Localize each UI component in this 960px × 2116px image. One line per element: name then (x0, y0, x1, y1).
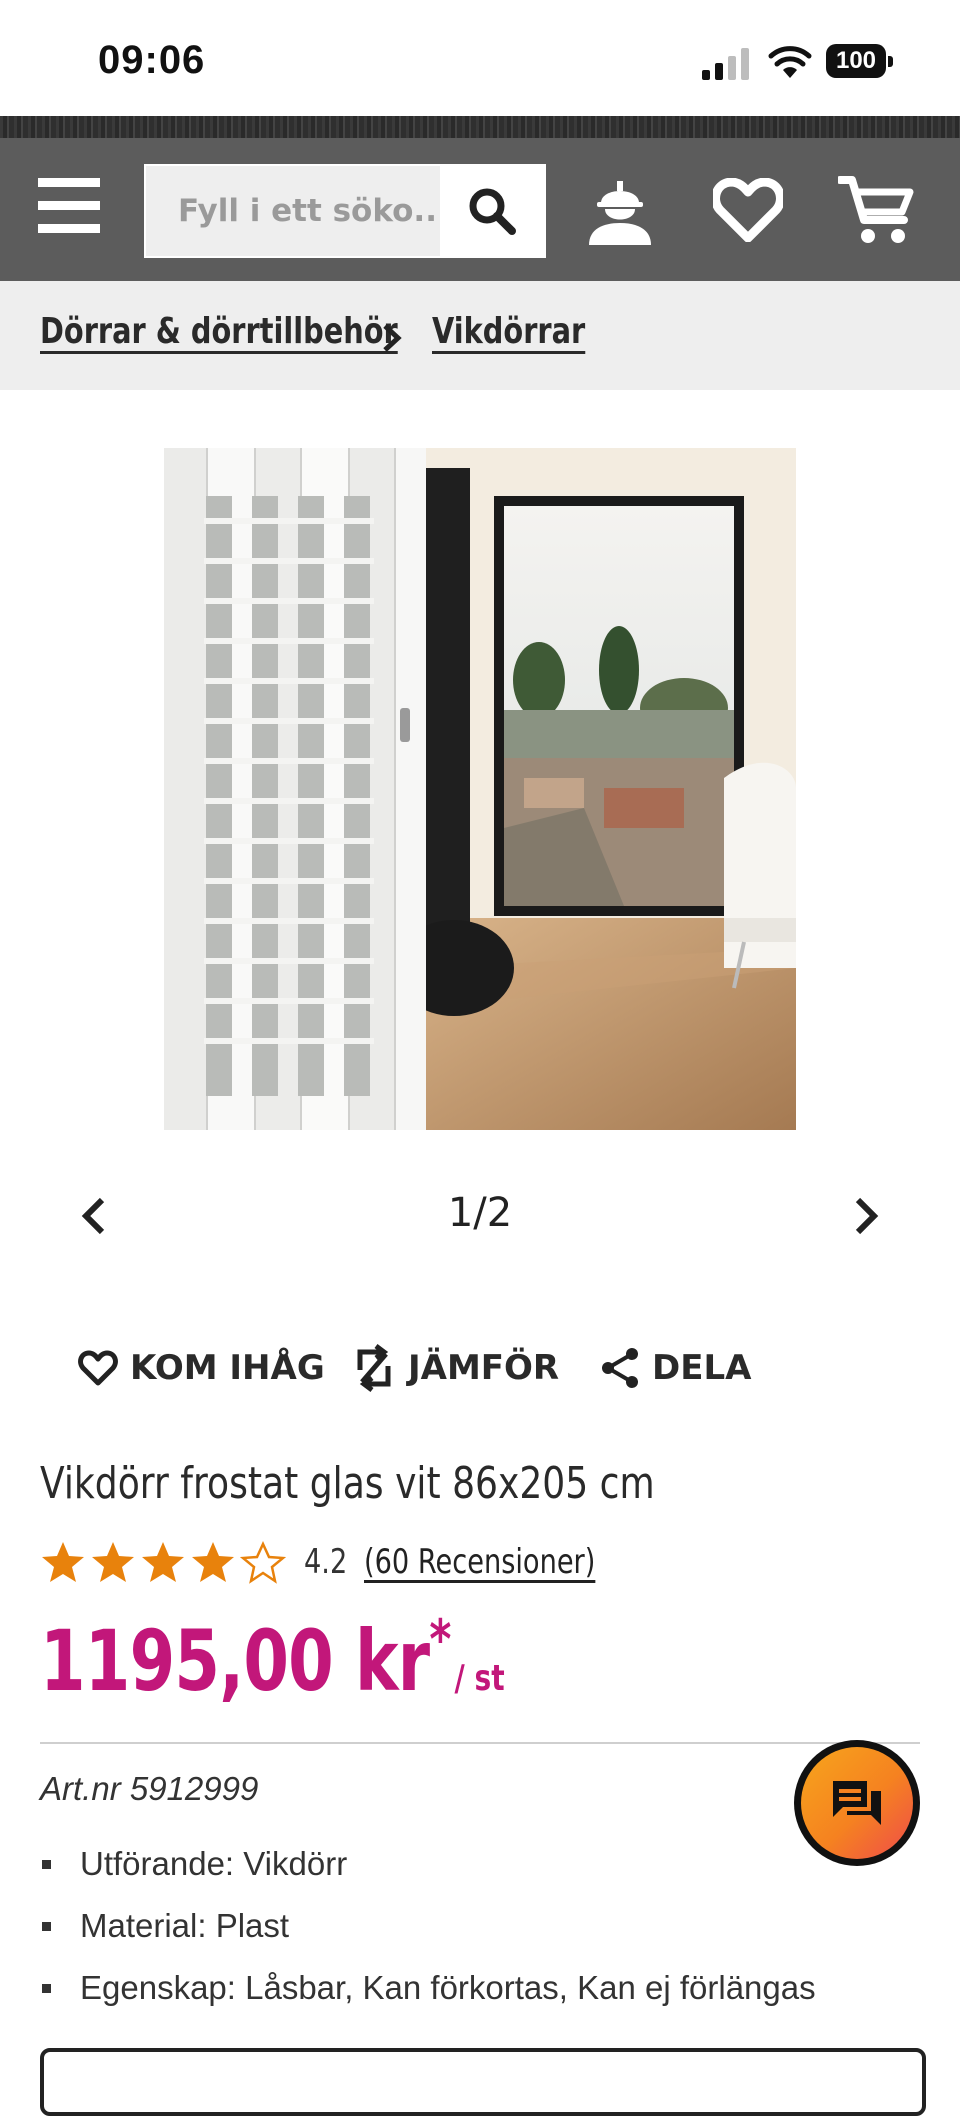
status-time: 09:06 (98, 38, 206, 82)
carousel-next-button[interactable] (840, 1190, 892, 1242)
share-label: DELA (652, 1348, 752, 1388)
battery-level: 100 (826, 44, 886, 78)
site-header (0, 138, 960, 281)
reviews-link[interactable]: (60 Recensioner) (364, 1542, 595, 1582)
list-item: Egenskap: Låsbar, Kan förkortas, Kan ej … (40, 1964, 816, 2026)
price-unit: / st (454, 1658, 505, 1699)
door-panels (164, 448, 426, 1130)
menu-icon[interactable] (38, 178, 100, 234)
star-empty-icon (240, 1541, 286, 1584)
carousel-prev-button[interactable] (68, 1190, 120, 1242)
compare-button[interactable]: JÄMFÖR (352, 1340, 559, 1396)
product-rating: 4.2 (60 Recensioner) (40, 1534, 653, 1590)
list-item: Material: Plast (40, 1902, 816, 1964)
heart-icon[interactable] (706, 168, 790, 252)
heart-outline-icon (78, 1350, 118, 1386)
rating-score: 4.2 (304, 1542, 348, 1582)
search-bar (144, 164, 546, 258)
star-filled-icon (92, 1542, 134, 1582)
product-title: Vikdörr frostat glas vit 86x205 cm (40, 1458, 655, 1509)
price-amount: 1195,00 kr (40, 1612, 430, 1710)
cellular-signal-icon (702, 48, 749, 80)
share-button[interactable]: DELA (600, 1340, 751, 1396)
search-button[interactable] (440, 166, 544, 256)
breadcrumb: Dörrar & dörrtillbehör Vikdörrar (0, 281, 960, 390)
search-input[interactable] (146, 166, 440, 256)
remember-label: KOM IHÅG (130, 1348, 325, 1388)
chevron-right-icon (383, 324, 402, 352)
share-icon (602, 1348, 638, 1388)
star-filled-icon (192, 1542, 234, 1582)
bottom-action-button[interactable] (40, 2048, 926, 2116)
product-image[interactable] (164, 448, 796, 1130)
compare-arrows-icon (357, 1344, 391, 1392)
search-icon (469, 188, 516, 235)
cart-icon[interactable] (834, 168, 918, 252)
star-filled-icon (142, 1542, 184, 1582)
chat-button[interactable] (794, 1740, 920, 1866)
chevron-right-icon (855, 1197, 879, 1235)
divider (40, 1742, 920, 1744)
compare-label: JÄMFÖR (408, 1348, 560, 1388)
price-footnote-mark: * (429, 1608, 452, 1671)
header-texture (0, 116, 960, 138)
star-filled-icon (42, 1542, 84, 1582)
remember-button[interactable]: KOM IHÅG (78, 1340, 325, 1396)
article-number: Art.nr 5912999 (40, 1770, 259, 1807)
list-item: Utförande: Vikdörr (40, 1840, 816, 1902)
account-icon[interactable] (578, 168, 662, 252)
wifi-icon (768, 46, 812, 78)
product-price: 1195,00 kr*/ st (40, 1608, 505, 1710)
chat-bubbles-icon (833, 1781, 881, 1825)
status-bar: 09:06 100 (0, 0, 960, 116)
breadcrumb-item-folding-doors[interactable]: Vikdörrar (432, 311, 585, 352)
chevron-left-icon (81, 1197, 105, 1235)
battery-icon: 100 (826, 44, 894, 80)
spec-list: Utförande: Vikdörr Material: Plast Egens… (40, 1840, 816, 2026)
carousel-counter: 1/2 (447, 1190, 513, 1236)
rating-stars (40, 1540, 286, 1584)
breadcrumb-item-doors[interactable]: Dörrar & dörrtillbehör (40, 311, 398, 352)
